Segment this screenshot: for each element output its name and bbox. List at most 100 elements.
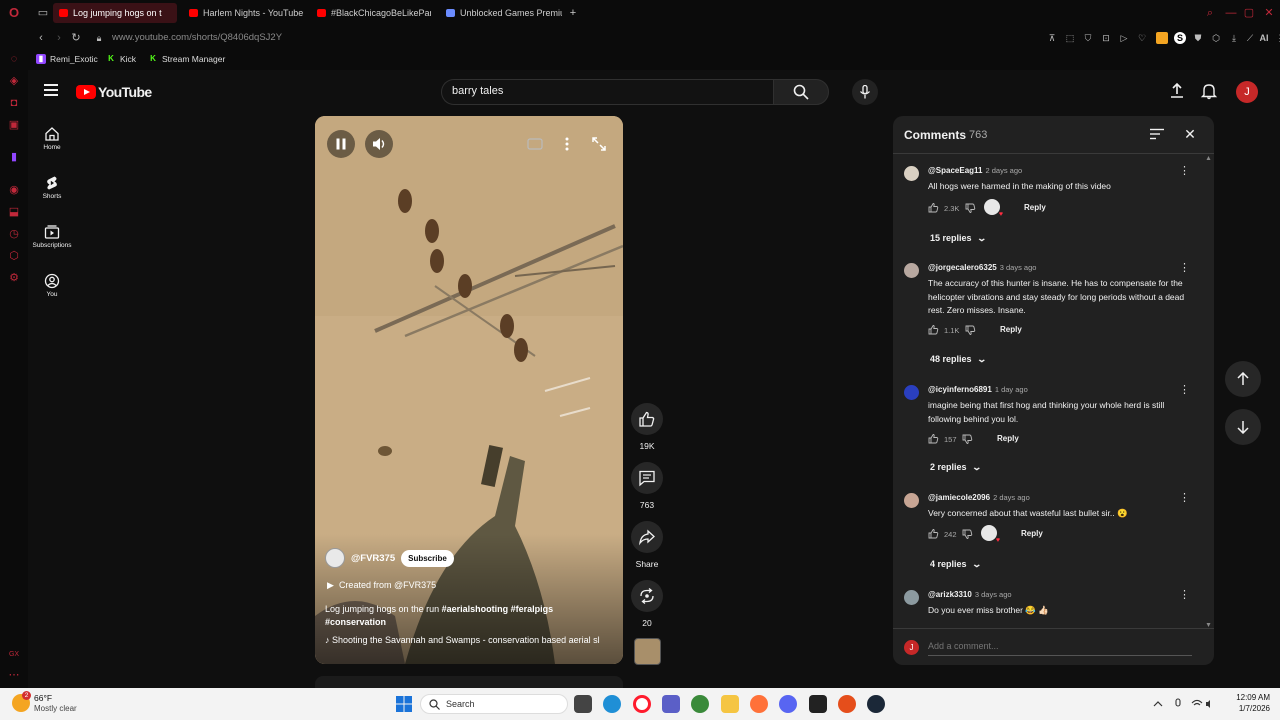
more-options-button[interactable] [555,132,579,156]
tab-harlem-nights[interactable]: Harlem Nights - YouTube [183,3,303,23]
opera-instagram-icon[interactable]: ▣ [7,118,21,132]
comments-button[interactable]: 763 [631,462,663,510]
comment-author[interactable]: @arizk3310 3 days ago [928,590,1012,599]
snapshot-icon[interactable]: ⬚ [1064,32,1076,44]
view-replies-button[interactable]: 48 replies ⌄ [930,354,987,365]
vpn-icon[interactable]: ⊡ [1100,32,1112,44]
like-circle[interactable] [631,403,663,435]
opera-aria-icon[interactable]: ◌ [7,52,21,66]
opera-history-icon[interactable]: ◷ [7,227,21,241]
comment-more-icon[interactable]: ⋮ [1179,262,1190,274]
thumbs-up-icon[interactable] [928,202,939,213]
remix-button[interactable]: 20 [631,580,663,628]
comment-more-icon[interactable]: ⋮ [1179,492,1190,504]
close-comments-icon[interactable]: ✕ [1183,127,1197,141]
edge-icon[interactable] [603,695,621,713]
brave-icon[interactable] [838,695,856,713]
opera-settings-icon[interactable]: ⚙ [7,271,21,285]
next-short-button[interactable] [1225,409,1261,445]
tab-log-jumping-hogs[interactable]: Log jumping hogs on t [53,3,177,23]
reload-button[interactable]: ↻ [69,31,83,45]
system-tray[interactable] [1152,697,1212,711]
thumbs-down-icon[interactable] [962,434,973,445]
thumbs-up-icon[interactable] [928,528,939,539]
app-green-icon[interactable] [691,695,709,713]
opera-taskbar-icon[interactable] [633,695,651,713]
fullscreen-button[interactable] [587,132,611,156]
steam-icon[interactable] [867,695,885,713]
download-icon[interactable]: ⤓ [1228,32,1240,44]
upload-icon[interactable] [1168,82,1186,100]
comment-author[interactable]: @SpaceEag11 2 days ago [928,166,1022,175]
search-input[interactable] [452,85,752,97]
ai-label[interactable]: AI [1257,32,1271,44]
maximize-button[interactable]: ▢ [1242,6,1256,20]
opera-logo-icon[interactable]: O [7,6,21,20]
bookmark-stream-manager[interactable]: K Stream Manager [148,54,225,64]
share-circle[interactable] [631,521,663,553]
taskbar-search[interactable]: Search [420,694,568,714]
comment-avatar[interactable] [904,166,919,181]
comment-avatar[interactable] [904,385,919,400]
remix-circle[interactable] [631,580,663,612]
guide-item-you[interactable]: You [28,265,76,309]
comment-avatar[interactable] [904,590,919,605]
reply-button[interactable]: Reply [1024,203,1046,212]
extensions-puzzle-icon[interactable]: ⬡ [1210,32,1222,44]
roblox-icon[interactable] [809,695,827,713]
guide-item-home[interactable]: Home [28,118,76,162]
opera-player-icon[interactable]: ◉ [7,183,21,197]
comment-author[interactable]: @jorgecalero6325 3 days ago [928,263,1036,272]
firefox-icon[interactable] [750,695,768,713]
thumbs-down-icon[interactable] [965,203,976,214]
comment-author[interactable]: @icyinferno6891 1 day ago [928,385,1028,394]
sort-icon[interactable] [1150,128,1164,140]
view-replies-button[interactable]: 15 replies ⌄ [930,233,987,244]
sound-link[interactable]: ♪ Shooting the Savannah and Swamps - con… [325,635,615,645]
comments-circle[interactable] [631,462,663,494]
next-short-preview[interactable] [315,676,623,688]
opera-extensions-icon[interactable]: ⬡ [7,249,21,263]
youtube-logo[interactable]: YouTube [76,84,152,100]
close-window-button[interactable]: ✕ [1262,6,1276,20]
back-button[interactable]: ‹ [34,31,48,45]
comment-author[interactable]: @jamiecole2096 2 days ago [928,493,1030,502]
pause-button[interactable] [327,130,355,158]
guide-item-subscriptions[interactable]: Subscriptions [28,216,76,260]
notifications-bell-icon[interactable] [1200,82,1218,100]
adblock-icon[interactable]: ⛉ [1082,32,1094,44]
comment-more-icon[interactable]: ⋮ [1179,589,1190,601]
created-from-link[interactable]: ▶ Created from @FVR375 [327,580,436,591]
heart-icon[interactable]: ♡ [1136,32,1148,44]
tab-black-chicago[interactable]: #BlackChicagoBeLikePart [311,3,431,23]
tab-overview-icon[interactable]: ▭ [36,6,50,20]
extension-orange-icon[interactable] [1156,32,1168,44]
thumbs-up-icon[interactable] [928,433,939,444]
reply-button[interactable]: Reply [1021,529,1043,538]
search-tabs-icon[interactable]: ⌕ [1203,6,1217,20]
subscribe-button[interactable]: Subscribe [401,549,454,567]
bookmark-kick[interactable]: K Kick [106,54,136,64]
view-replies-button[interactable]: 4 replies ⌄ [930,559,982,570]
extension-shield-icon[interactable]: ⛊ [1192,32,1204,44]
easy-setup-icon[interactable]: ⟋ [1244,32,1256,44]
channel-name[interactable]: @FVR375 [351,553,395,564]
task-view-icon[interactable] [574,695,592,713]
share-button[interactable]: Share [631,521,663,569]
volume-button[interactable] [365,130,393,158]
windows-start-icon[interactable] [396,696,412,712]
thumbs-up-icon[interactable] [928,324,939,335]
reply-button[interactable]: Reply [1000,325,1022,334]
opera-crypto-icon[interactable]: ◈ [7,74,21,88]
add-comment-input[interactable] [928,641,1192,656]
teams-icon[interactable] [662,695,680,713]
opera-messenger-icon[interactable]: ◘ [7,96,21,110]
url-field[interactable]: www.youtube.com/shorts/Q8406dqSJ2Y [112,32,282,43]
new-tab-button[interactable]: + [566,6,580,20]
taskbar-time[interactable]: 12:09 AM [1226,693,1270,702]
comment-avatar[interactable] [904,493,919,508]
thumbs-down-icon[interactable] [965,325,976,336]
extension-s-icon[interactable]: S [1174,32,1186,44]
opera-gx-icon[interactable]: GX [7,648,21,662]
captions-button[interactable] [523,132,547,156]
